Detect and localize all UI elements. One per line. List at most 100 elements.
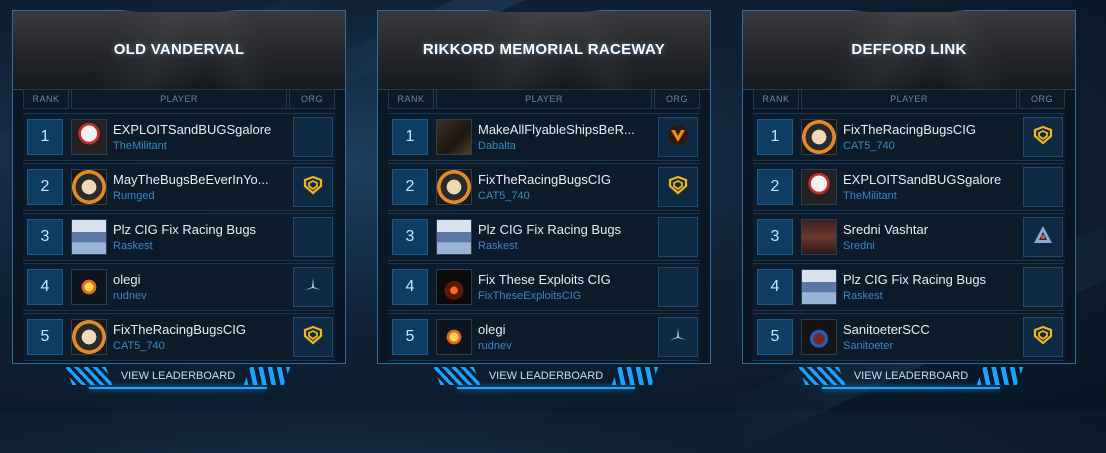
player-handle[interactable]: TheMilitant [843, 190, 1017, 202]
viking-avatar[interactable] [71, 219, 107, 255]
player-name[interactable]: Plz CIG Fix Racing Bugs [478, 222, 652, 237]
view-leaderboard-label: VIEW LEADERBOARD [120, 370, 236, 382]
leaderboard-row[interactable]: 2 EXPLOITSandBUGSgalore TheMilitant [753, 163, 1065, 211]
org-cell [656, 114, 700, 160]
player-handle[interactable]: Raskest [113, 240, 287, 252]
player-handle[interactable]: Raskest [478, 240, 652, 252]
org-badge[interactable] [293, 167, 333, 207]
leaderboard-rows: 1 MakeAllFlyableShipsBeR... Dabalta 2 Fi… [388, 113, 700, 363]
leaderboard-row[interactable]: 5 SanitoeterSCC Sanitoeter [753, 313, 1065, 361]
player-handle[interactable]: FixTheseExploitsCIG [478, 290, 652, 302]
player-name[interactable]: olegi [478, 322, 652, 337]
star-avatar[interactable] [436, 319, 472, 355]
leaderboard-row[interactable]: 4 olegi rudnev [23, 263, 335, 311]
org-badge[interactable] [1023, 117, 1063, 157]
player-handle[interactable]: Sredni [843, 240, 1017, 252]
player-handle[interactable]: rudnev [113, 290, 287, 302]
player-handle[interactable]: CAT5_740 [478, 190, 652, 202]
player-name[interactable]: EXPLOITSandBUGSgalore [113, 122, 287, 137]
leaderboard-row[interactable]: 5 FixTheRacingBugsCIG CAT5_740 [23, 313, 335, 361]
rank-cell: 4 [23, 264, 67, 310]
org-cell [291, 214, 335, 260]
player-cell: MakeAllFlyableShipsBeR... Dabalta [434, 114, 654, 160]
orange-portrait-avatar[interactable] [801, 119, 837, 155]
leaderboard-row[interactable]: 2 FixTheRacingBugsCIG CAT5_740 [388, 163, 700, 211]
leaderboard-row[interactable]: 4 Plz CIG Fix Racing Bugs Raskest [753, 263, 1065, 311]
player-name[interactable]: FixTheRacingBugsCIG [478, 172, 652, 187]
leaderboard-row[interactable]: 2 MayTheBugsBeEverInYo... Rumged [23, 163, 335, 211]
player-name[interactable]: olegi [113, 272, 287, 287]
org-badge[interactable] [1023, 217, 1063, 257]
org-cell [291, 264, 335, 310]
org-cell [291, 314, 335, 360]
player-info: MayTheBugsBeEverInYo... Rumged [113, 172, 287, 202]
player-name[interactable]: EXPLOITSandBUGSgalore [843, 172, 1017, 187]
org-cell [1021, 114, 1065, 160]
player-name[interactable]: Plz CIG Fix Racing Bugs [113, 222, 287, 237]
gold-shield-icon [303, 325, 323, 350]
leaderboard-row[interactable]: 3 Plz CIG Fix Racing Bugs Raskest [388, 213, 700, 261]
org-badge[interactable] [658, 117, 698, 157]
org-badge[interactable] [1023, 317, 1063, 357]
panel-header: DEFFORD LINK [743, 11, 1075, 90]
player-name[interactable]: Fix These Exploits CIG [478, 272, 652, 287]
player-handle[interactable]: Dabalta [478, 140, 652, 152]
player-handle[interactable]: CAT5_740 [113, 340, 287, 352]
player-name[interactable]: SanitoeterSCC [843, 322, 1017, 337]
leaderboard-row[interactable]: 1 EXPLOITSandBUGSgalore TheMilitant [23, 113, 335, 161]
rank-column-header: RANK [388, 89, 434, 109]
red-avatar[interactable] [801, 219, 837, 255]
view-leaderboard-button[interactable]: VIEW LEADERBOARD [433, 363, 659, 389]
dark-avatar[interactable] [436, 119, 472, 155]
player-handle[interactable]: rudnev [478, 340, 652, 352]
player-column-header: PLAYER [71, 89, 287, 109]
star-avatar[interactable] [71, 269, 107, 305]
org-badge[interactable] [293, 267, 333, 307]
player-handle[interactable]: Sanitoeter [843, 340, 1017, 352]
leaderboard-row[interactable]: 5 olegi rudnev [388, 313, 700, 361]
gundam-avatar[interactable] [71, 119, 107, 155]
leaderboard-row[interactable]: 4 Fix These Exploits CIG FixTheseExploit… [388, 263, 700, 311]
rank-cell: 5 [753, 314, 797, 360]
org-badge [1023, 167, 1063, 207]
player-cell: SanitoeterSCC Sanitoeter [799, 314, 1019, 360]
player-name[interactable]: Sredni Vashtar [843, 222, 1017, 237]
leaderboard-row[interactable]: 3 Sredni Vashtar Sredni [753, 213, 1065, 261]
button-wing-decoration [798, 367, 846, 385]
fire-avatar[interactable] [436, 269, 472, 305]
player-name[interactable]: FixTheRacingBugsCIG [843, 122, 1017, 137]
leaderboard-row[interactable]: 3 Plz CIG Fix Racing Bugs Raskest [23, 213, 335, 261]
org-cell [291, 164, 335, 210]
org-badge[interactable] [658, 167, 698, 207]
leaderboard-row[interactable]: 1 FixTheRacingBugsCIG CAT5_740 [753, 113, 1065, 161]
leaderboard-row[interactable]: 1 MakeAllFlyableShipsBeR... Dabalta [388, 113, 700, 161]
player-cell: EXPLOITSandBUGSgalore TheMilitant [799, 164, 1019, 210]
orange-portrait-avatar[interactable] [71, 319, 107, 355]
rank-number: 4 [757, 269, 793, 305]
gundam-avatar[interactable] [801, 169, 837, 205]
gold-shield-icon [668, 175, 688, 200]
player-handle[interactable]: Rumged [113, 190, 287, 202]
view-leaderboard-button[interactable]: VIEW LEADERBOARD [798, 363, 1024, 389]
org-badge[interactable] [293, 317, 333, 357]
viking-avatar[interactable] [436, 219, 472, 255]
org-badge[interactable] [658, 317, 698, 357]
orange-portrait-avatar[interactable] [436, 169, 472, 205]
orange-portrait-avatar[interactable] [71, 169, 107, 205]
player-name[interactable]: MayTheBugsBeEverInYo... [113, 172, 287, 187]
viking-avatar[interactable] [801, 269, 837, 305]
player-handle[interactable]: Raskest [843, 290, 1017, 302]
org-badge [1023, 267, 1063, 307]
org-badge [293, 217, 333, 257]
gold-shield-icon [1033, 325, 1053, 350]
helmet-avatar[interactable] [801, 319, 837, 355]
rank-cell: 2 [23, 164, 67, 210]
player-handle[interactable]: CAT5_740 [843, 140, 1017, 152]
view-leaderboard-button[interactable]: VIEW LEADERBOARD [65, 363, 291, 389]
rank-cell: 4 [388, 264, 432, 310]
player-handle[interactable]: TheMilitant [113, 140, 287, 152]
player-name[interactable]: Plz CIG Fix Racing Bugs [843, 272, 1017, 287]
player-name[interactable]: MakeAllFlyableShipsBeR... [478, 122, 652, 137]
rank-number: 3 [392, 219, 428, 255]
player-name[interactable]: FixTheRacingBugsCIG [113, 322, 287, 337]
